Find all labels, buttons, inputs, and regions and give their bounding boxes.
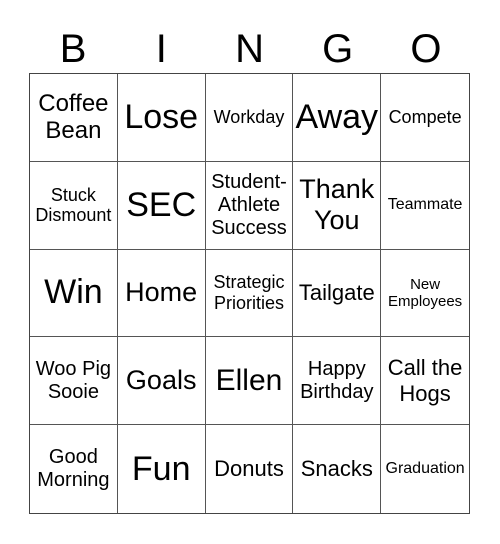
bingo-cell[interactable]: Donuts [206, 425, 294, 513]
bingo-cell[interactable]: Teammate [381, 162, 469, 250]
bingo-cell[interactable]: Snacks [293, 425, 382, 513]
bingo-cell[interactable]: Lose [117, 74, 206, 162]
bingo-cell[interactable]: Stuck Dismount [30, 161, 118, 250]
header-letter-g: G [322, 27, 354, 71]
bingo-cell[interactable]: Coffee Bean [30, 74, 118, 162]
bingo-cell[interactable]: Compete [381, 74, 469, 162]
header-letter-b: B [59, 27, 87, 71]
bingo-cell[interactable]: SEC [117, 161, 206, 250]
bingo-cell[interactable]: Tailgate [293, 249, 382, 338]
bingo-cell[interactable]: Win [30, 249, 118, 338]
bingo-cell[interactable]: Away [293, 74, 382, 162]
header-letter-i: I [155, 27, 167, 71]
bingo-cell[interactable]: Graduation [381, 425, 469, 513]
bingo-cell[interactable]: Good Morning [30, 425, 118, 513]
bingo-cell[interactable]: Workday [205, 74, 294, 162]
header-letter-o: O [410, 27, 442, 71]
bingo-cell[interactable]: Fun [118, 425, 206, 513]
bingo-card-grid: Coffee Bean Lose Workday Away Compete St… [29, 73, 470, 514]
bingo-cell[interactable]: New Employees [381, 250, 469, 338]
header-letter-n: N [235, 27, 264, 71]
bingo-cell[interactable]: Call the Hogs [381, 337, 469, 426]
bingo-cell[interactable]: Ellen [205, 337, 294, 426]
bingo-cell[interactable]: Student- Athlete Success [205, 161, 294, 250]
bingo-cell[interactable]: Goals [117, 337, 206, 426]
bingo-header: B I N G O [29, 28, 470, 70]
bingo-cell[interactable]: Home [117, 249, 206, 338]
bingo-cell[interactable]: Happy Birthday [293, 337, 382, 426]
bingo-cell[interactable]: Strategic Priorities [205, 249, 294, 338]
bingo-cell[interactable]: Thank You [293, 161, 382, 250]
bingo-cell[interactable]: Woo Pig Sooie [30, 337, 118, 426]
